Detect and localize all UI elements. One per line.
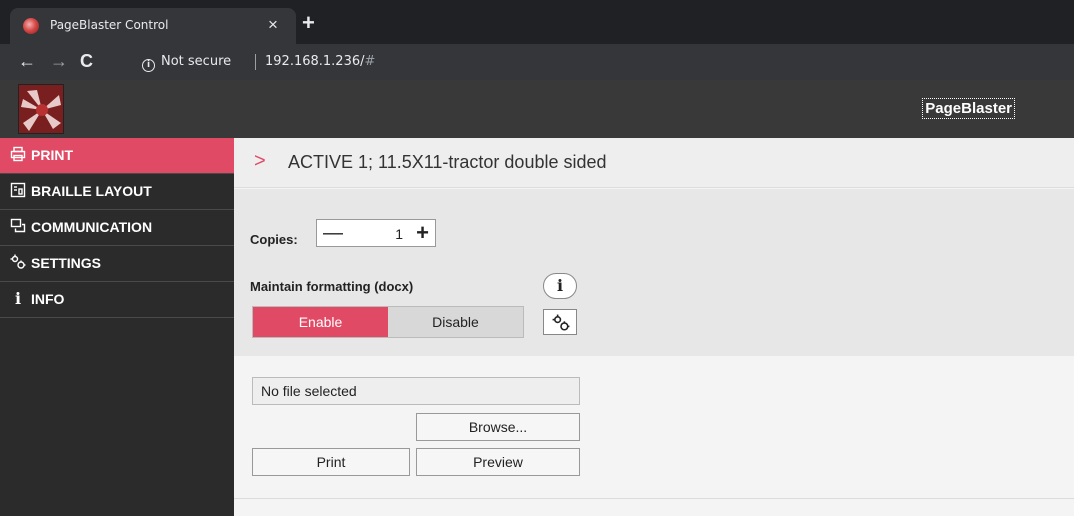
increment-button[interactable]: + <box>416 220 429 246</box>
reload-icon[interactable]: C <box>80 50 93 72</box>
disable-button[interactable]: Disable <box>388 307 523 337</box>
print-options-panel: Copies: — 1 + Maintain formatting (docx)… <box>234 189 1074 356</box>
active-profile-title: ACTIVE 1; 11.5X11-tractor double sided <box>288 152 607 172</box>
gears-icon <box>10 248 26 269</box>
file-status-field: No file selected <box>252 377 580 405</box>
forward-arrow-icon[interactable]: → <box>50 50 68 72</box>
brand-title: PageBlaster <box>922 98 1015 119</box>
sidebar-item-communication[interactable]: COMMUNICATION <box>0 210 234 246</box>
browse-button[interactable]: Browse... <box>416 413 580 441</box>
sidebar-item-settings[interactable]: SETTINGS <box>0 246 234 282</box>
back-arrow-icon[interactable]: ← <box>18 50 36 72</box>
new-tab-icon[interactable]: + <box>302 12 315 34</box>
formatting-settings-button[interactable] <box>543 309 577 335</box>
formatting-toggle: Enable Disable <box>252 306 524 338</box>
url-field[interactable]: 192.168.1.236/# <box>265 54 375 69</box>
file-panel: No file selected Browse... Print Preview <box>234 356 1074 499</box>
copies-value[interactable]: 1 <box>395 226 403 242</box>
print-button[interactable]: Print <box>252 448 410 476</box>
sidebar-item-print[interactable]: PRINT <box>0 138 234 174</box>
sidebar-item-label: SETTINGS <box>31 255 102 271</box>
security-indicator[interactable]: i Not secure <box>142 54 231 72</box>
security-label: Not secure <box>161 54 232 69</box>
info-circle-icon: i <box>142 59 155 72</box>
copies-label: Copies: <box>250 232 298 247</box>
sidebar-item-label: COMMUNICATION <box>31 219 153 235</box>
address-separator <box>255 54 256 70</box>
browser-tab-title: PageBlaster Control <box>50 18 169 32</box>
maintain-formatting-label: Maintain formatting (docx) <box>250 279 414 294</box>
gears-icon <box>552 314 570 331</box>
url-host: 192.168.1.236/ <box>265 54 365 69</box>
formatting-info-button[interactable]: i <box>543 273 577 299</box>
active-profile-header[interactable]: > ACTIVE 1; 11.5X11-tractor double sided <box>234 138 1074 188</box>
sidebar-item-label: INFO <box>31 291 65 307</box>
pageblaster-favicon-icon <box>23 18 39 34</box>
chevron-right-icon[interactable]: > <box>254 150 266 172</box>
decrement-button[interactable]: — <box>323 220 343 246</box>
sidebar: PRINT BRAILLE LAYOUT COMMUNICATION SETTI… <box>0 138 234 516</box>
browser-tab-bar: PageBlaster Control × + <box>0 0 1074 44</box>
browser-address-bar: ← → C i Not secure 192.168.1.236/# <box>0 44 1074 80</box>
copies-stepper[interactable]: — 1 + <box>316 219 436 247</box>
pageblaster-logo <box>18 84 64 134</box>
sidebar-item-braille-layout[interactable]: BRAILLE LAYOUT <box>0 174 234 210</box>
sidebar-item-label: BRAILLE LAYOUT <box>31 183 152 199</box>
preview-button[interactable]: Preview <box>416 448 580 476</box>
communication-icon <box>10 212 26 233</box>
close-tab-icon[interactable]: × <box>268 15 278 35</box>
layout-icon <box>10 176 26 198</box>
url-hash: # <box>364 54 376 69</box>
app-header <box>0 80 1074 138</box>
enable-button[interactable]: Enable <box>253 307 388 337</box>
info-icon: i <box>14 289 22 308</box>
sidebar-item-label: PRINT <box>31 147 73 163</box>
printer-icon <box>10 140 26 162</box>
sidebar-item-info[interactable]: i INFO <box>0 282 234 318</box>
browser-tab[interactable]: PageBlaster Control × <box>10 8 296 44</box>
